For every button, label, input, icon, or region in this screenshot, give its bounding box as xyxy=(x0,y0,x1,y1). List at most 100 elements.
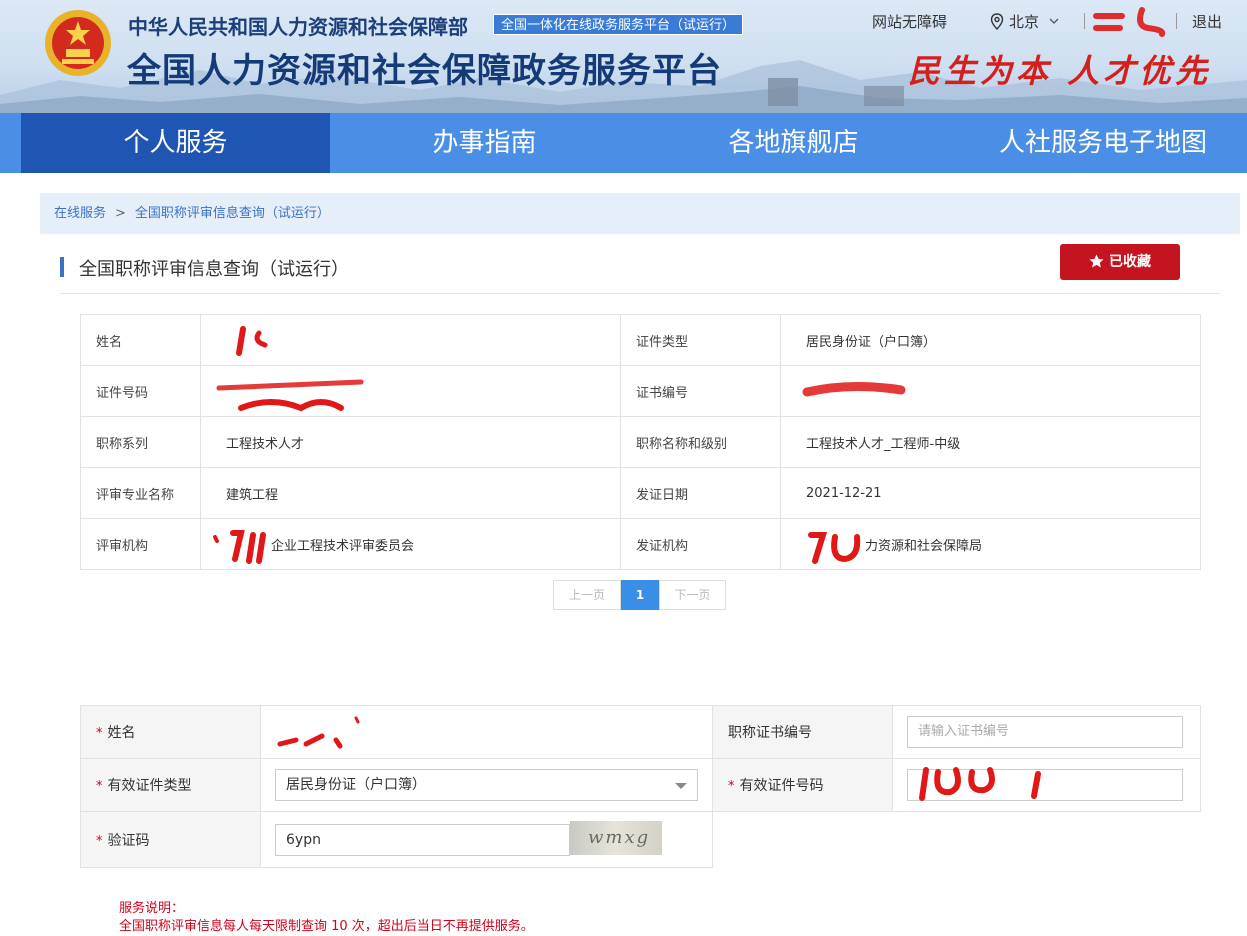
next-page-button[interactable]: 下一页 xyxy=(659,580,726,610)
result-label: 证书编号 xyxy=(620,365,781,417)
result-label: 姓名 xyxy=(80,314,201,366)
notice-title: 服务说明： xyxy=(119,901,185,916)
breadcrumb-online-service[interactable]: 在线服务 xyxy=(54,206,106,221)
name-label: * 姓名 xyxy=(80,705,261,759)
nav-local-flagship[interactable]: 各地旗舰店 xyxy=(639,113,948,173)
location-selector[interactable]: 北京 xyxy=(990,11,1059,32)
slogan: 民生为本 人才优先 xyxy=(908,52,1212,90)
cert-number-label: 职称证书编号 xyxy=(712,705,893,759)
site-header: 中华人民共和国人力资源和社会保障部 全国一体化在线政务服务平台（试运行） 全国人… xyxy=(0,0,1247,113)
ministry-name: 中华人民共和国人力资源和社会保障部 xyxy=(128,15,468,39)
result-value-id-number xyxy=(200,365,621,417)
id-type-cell: 居民身份证（户口簿） xyxy=(260,758,713,812)
id-number-cell xyxy=(892,758,1201,812)
result-value-cert-number xyxy=(780,365,1201,417)
star-icon xyxy=(1089,254,1104,268)
prev-page-button[interactable]: 上一页 xyxy=(553,580,621,610)
service-notice: 服务说明： 全国职称评审信息每人每天限制查询 10 次，超出后当日不再提供服务。 xyxy=(119,900,534,936)
id-type-label: * 有效证件类型 xyxy=(80,758,261,812)
result-value-review-org: 企业工程技术评审委员会 xyxy=(200,518,621,570)
captcha-image[interactable]: wmxg xyxy=(570,821,662,855)
dropdown-arrow-icon xyxy=(675,783,687,789)
result-label: 证件类型 xyxy=(620,314,781,366)
section-title: 全国职称评审信息查询（试运行） xyxy=(79,259,349,280)
field-label: 有效证件号码 xyxy=(739,778,824,794)
nav-personal-service[interactable]: 个人服务 xyxy=(21,113,330,173)
field-label: 验证码 xyxy=(107,832,150,849)
page-number-current[interactable]: 1 xyxy=(621,580,659,610)
section-accent-bar xyxy=(60,257,64,277)
required-mark: * xyxy=(96,726,103,741)
divider xyxy=(1176,13,1177,29)
breadcrumb-separator: > xyxy=(115,206,126,221)
result-value: 建筑工程 xyxy=(200,467,621,519)
result-label: 职称名称和级别 xyxy=(620,416,781,468)
id-type-select[interactable]: 居民身份证（户口簿） xyxy=(275,769,698,801)
redaction-mark xyxy=(277,716,360,749)
breadcrumb-current[interactable]: 全国职称评审信息查询（试运行） xyxy=(135,206,330,221)
redaction-mark xyxy=(213,530,266,564)
name-input[interactable] xyxy=(262,710,706,754)
trial-tag: 全国一体化在线政务服务平台（试运行） xyxy=(493,14,744,35)
divider xyxy=(1084,13,1085,29)
id-number-label: * 有效证件号码 xyxy=(712,758,893,812)
breadcrumb: 在线服务 > 全国职称评审信息查询（试运行） xyxy=(40,193,1240,234)
captcha-input[interactable]: 6ypn xyxy=(275,823,570,856)
captcha-label: * 验证码 xyxy=(80,811,261,868)
result-value: 2021-12-21 xyxy=(780,467,1201,519)
table-row: 姓名 证件类型 居民身份证（户口簿） xyxy=(80,314,1201,366)
cert-number-input[interactable]: 请输入证书编号 xyxy=(907,716,1183,748)
notice-text: 全国职称评审信息每人每天限制查询 10 次，超出后当日不再提供服务。 xyxy=(119,919,534,934)
logout-link[interactable]: 退出 xyxy=(1192,11,1222,32)
required-mark: * xyxy=(96,779,103,794)
redacted-username-mark xyxy=(1093,7,1166,37)
result-value: 工程技术人才 xyxy=(200,416,621,468)
favorite-label: 已收藏 xyxy=(1109,254,1151,270)
result-label: 发证机构 xyxy=(620,518,781,570)
section-divider xyxy=(60,293,1220,294)
result-value-name xyxy=(200,314,621,366)
favorite-button[interactable]: 已收藏 xyxy=(1060,244,1180,280)
redaction-mark xyxy=(808,532,861,564)
captcha-cell: 6ypn wmxg xyxy=(260,811,713,868)
location-pin-icon xyxy=(990,13,1004,30)
result-label: 评审专业名称 xyxy=(80,467,201,519)
table-row: 证件号码 证书编号 xyxy=(80,365,1201,417)
result-label: 证件号码 xyxy=(80,365,201,417)
required-mark: * xyxy=(96,833,103,849)
required-mark: * xyxy=(728,779,735,794)
nav-service-map[interactable]: 人社服务电子地图 xyxy=(948,113,1247,173)
cert-number-cell: 请输入证书编号 xyxy=(892,705,1201,759)
main-nav: 个人服务 办事指南 各地旗舰店 人社服务电子地图 xyxy=(0,113,1247,173)
result-label: 职称系列 xyxy=(80,416,201,468)
result-value: 企业工程技术评审委员会 xyxy=(271,538,415,554)
result-value-issue-org: 力资源和社会保障局 xyxy=(780,518,1201,570)
table-row: 职称系列 工程技术人才 职称名称和级别 工程技术人才_工程师-中级 xyxy=(80,416,1201,468)
pagination: 上一页 1 下一页 xyxy=(553,580,726,610)
id-number-input[interactable] xyxy=(907,767,1183,801)
national-emblem-icon xyxy=(45,10,111,76)
accessibility-link[interactable]: 网站无障碍 xyxy=(872,11,947,32)
platform-title: 全国人力资源和社会保障政务服务平台 xyxy=(127,51,722,91)
form-row: * 有效证件类型 居民身份证（户口簿） * 有效证件号码 xyxy=(80,758,1201,812)
name-field-cell xyxy=(260,705,713,759)
result-label: 发证日期 xyxy=(620,467,781,519)
table-row: 评审机构 企业工程技术评审委员会 发证机构 力资源和社会保障局 xyxy=(80,518,1201,570)
form-row: * 验证码 6ypn wmxg xyxy=(80,811,1201,868)
redaction-mark xyxy=(236,326,268,356)
id-type-selected-value: 居民身份证（户口簿） xyxy=(286,777,426,793)
empty-cell xyxy=(713,812,1201,868)
redaction-mark xyxy=(802,381,906,397)
result-value: 工程技术人才_工程师-中级 xyxy=(780,416,1201,468)
table-row: 评审专业名称 建筑工程 发证日期 2021-12-21 xyxy=(80,467,1201,519)
redaction-mark xyxy=(216,379,364,412)
result-table: 姓名 证件类型 居民身份证（户口簿） 证件号码 证书编号 职称系列 工程技术人才… xyxy=(80,314,1201,570)
result-label: 评审机构 xyxy=(80,518,201,570)
form-row: * 姓名 职称证书编号 请输入证书编号 xyxy=(80,705,1201,759)
nav-service-guide[interactable]: 办事指南 xyxy=(330,113,639,173)
result-value: 力资源和社会保障局 xyxy=(865,538,983,554)
city-label: 北京 xyxy=(1009,13,1040,31)
redaction-mark xyxy=(919,767,1041,801)
chevron-down-icon xyxy=(1049,18,1059,24)
field-label: 有效证件类型 xyxy=(107,778,192,794)
